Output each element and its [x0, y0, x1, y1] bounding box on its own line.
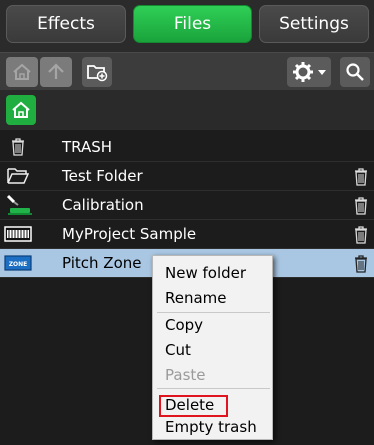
- menu-item-paste: Paste: [165, 366, 206, 384]
- breadcrumb: [0, 90, 374, 130]
- breadcrumb-home[interactable]: [6, 95, 36, 125]
- delete-icon[interactable]: [354, 168, 368, 186]
- file-name: Test Folder: [62, 167, 143, 185]
- home-icon: [12, 101, 30, 118]
- arrow-up-icon: [48, 63, 64, 79]
- delete-icon[interactable]: [354, 197, 368, 215]
- tab-bar: Effects Files Settings: [0, 0, 374, 52]
- svg-text:ZONE: ZONE: [9, 261, 28, 268]
- search-icon: [346, 63, 364, 81]
- menu-item-empty-trash[interactable]: Empty trash: [165, 418, 257, 436]
- search-button[interactable]: [340, 57, 370, 87]
- sample-icon: [4, 224, 32, 244]
- menu-separator: [157, 312, 270, 313]
- list-item[interactable]: Test Folder: [0, 162, 374, 191]
- toolbar: [0, 52, 374, 90]
- menu-item-delete[interactable]: Delete: [165, 396, 214, 414]
- tab-settings[interactable]: Settings: [259, 5, 369, 43]
- file-name: Pitch Zone: [62, 254, 142, 272]
- chevron-down-icon: [317, 70, 326, 75]
- list-item[interactable]: TRASH: [0, 133, 374, 162]
- menu-item-copy[interactable]: Copy: [165, 316, 203, 334]
- menu-item-new-folder[interactable]: New folder: [165, 264, 246, 282]
- menu-item-rename[interactable]: Rename: [165, 289, 227, 307]
- gear-menu-button[interactable]: [287, 57, 331, 87]
- zone-icon: ZONE: [4, 253, 32, 273]
- menu-separator: [157, 388, 270, 389]
- home-button[interactable]: [6, 57, 38, 87]
- tab-files[interactable]: Files: [133, 5, 252, 43]
- delete-icon[interactable]: [354, 255, 368, 273]
- list-item[interactable]: MyProject Sample: [0, 220, 374, 249]
- home-icon: [13, 63, 31, 80]
- list-item[interactable]: Calibration: [0, 191, 374, 220]
- context-menu: New folder Rename Copy Cut Paste Delete …: [152, 255, 273, 440]
- new-folder-icon: [87, 65, 108, 82]
- folder-icon: [4, 166, 32, 186]
- new-folder-button[interactable]: [82, 57, 112, 87]
- trash-icon: [4, 137, 32, 157]
- gear-icon: [292, 62, 313, 82]
- delete-icon[interactable]: [354, 226, 368, 244]
- calibration-icon: [4, 194, 32, 215]
- tab-effects[interactable]: Effects: [6, 5, 126, 43]
- file-name: Calibration: [62, 196, 144, 214]
- up-button[interactable]: [40, 57, 72, 87]
- file-name: MyProject Sample: [62, 225, 197, 243]
- file-name: TRASH: [62, 138, 113, 156]
- menu-item-cut[interactable]: Cut: [165, 341, 191, 359]
